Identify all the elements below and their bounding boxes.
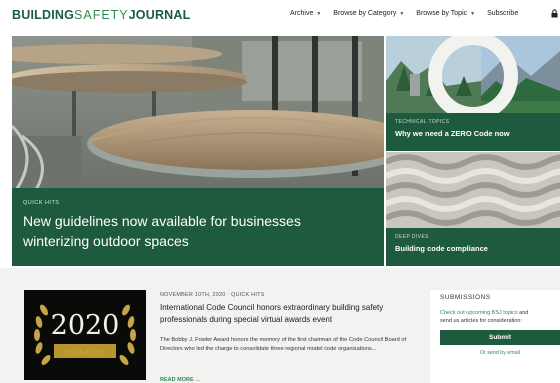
submissions-heading: SUBMISSIONS xyxy=(440,294,491,301)
nav-browse-by-category-label: Browse by Category xyxy=(333,10,397,17)
card-code-compliance[interactable]: DEEP DIVES Building code compliance xyxy=(386,152,560,266)
logo-safety: SAFETY xyxy=(74,8,129,22)
read-more-link[interactable]: READ MORE → xyxy=(160,377,201,383)
chevron-down-icon: ▼ xyxy=(316,10,322,17)
feature-excerpt: The Bobby J. Fowler Award honors the mem… xyxy=(160,337,407,352)
send-by-email-link[interactable]: Or send by email xyxy=(440,350,560,356)
site-logo[interactable]: BUILDINGSAFETYJOURNAL xyxy=(12,8,190,22)
submissions-text-line2: send us articles for consideration: xyxy=(440,318,522,324)
card-code-compliance-caption: DEEP DIVES Building code compliance xyxy=(386,228,560,266)
upcoming-topics-link[interactable]: Check out upcoming BSJ topics xyxy=(440,310,518,316)
nav-subscribe[interactable]: Subscribe xyxy=(487,10,518,17)
thumbnail-awards-label: AWARDS xyxy=(64,348,106,357)
nav-archive-label: Archive xyxy=(290,10,314,17)
submissions-widget: SUBMISSIONS Check out upcoming BSJ topic… xyxy=(430,290,560,383)
thumbnail-year: 2020 xyxy=(50,310,120,341)
card-zero-code-title[interactable]: Why we need a ZERO Code now xyxy=(395,129,551,138)
nav-archive[interactable]: Archive ▼ xyxy=(290,10,321,17)
hero-article[interactable]: QUICK HITS New guidelines now available … xyxy=(12,36,384,266)
nav-browse-by-topic-label: Browse by Topic xyxy=(416,10,468,17)
lock-icon[interactable] xyxy=(551,9,558,18)
card-zero-code-tag[interactable]: TECHNICAL TOPICS xyxy=(395,119,551,125)
card-code-compliance-tag[interactable]: DEEP DIVES xyxy=(395,234,551,240)
hero-title[interactable]: New guidelines now available for busines… xyxy=(23,211,363,251)
chevron-down-icon: ▼ xyxy=(470,10,476,17)
card-zero-code-caption: TECHNICAL TOPICS Why we need a ZERO Code… xyxy=(386,113,560,151)
card-zero-code[interactable]: TECHNICAL TOPICS Why we need a ZERO Code… xyxy=(386,36,560,151)
nav-subscribe-label: Subscribe xyxy=(487,10,519,17)
chevron-down-icon: ▼ xyxy=(399,10,405,17)
logo-building: BUILDING xyxy=(12,8,75,22)
submissions-text: Check out upcoming BSJ topics and send u… xyxy=(440,309,550,325)
main-nav: Archive ▼ Browse by Category ▼ Browse by T… xyxy=(290,10,518,17)
site-header: BUILDINGSAFETYJOURNAL Archive ▼ Browse by… xyxy=(0,0,560,30)
hero-category-tag[interactable]: QUICK HITS xyxy=(23,200,373,206)
nav-browse-by-topic[interactable]: Browse by Topic ▼ xyxy=(416,10,475,17)
feature-thumbnail[interactable]: 2020 AWARDS xyxy=(24,290,146,380)
submissions-text-and: and xyxy=(517,310,529,316)
nav-browse-by-category[interactable]: Browse by Category ▼ xyxy=(333,10,404,17)
card-code-compliance-title[interactable]: Building code compliance xyxy=(395,244,551,253)
feature-meta: NOVEMBER 10TH, 2020 · QUICK HITS xyxy=(160,292,265,298)
feature-title[interactable]: International Code Council honors extrao… xyxy=(160,302,422,326)
hero-caption: QUICK HITS New guidelines now available … xyxy=(12,188,384,266)
logo-journal: JOURNAL xyxy=(128,8,191,22)
submit-button[interactable]: Submit xyxy=(440,330,560,345)
